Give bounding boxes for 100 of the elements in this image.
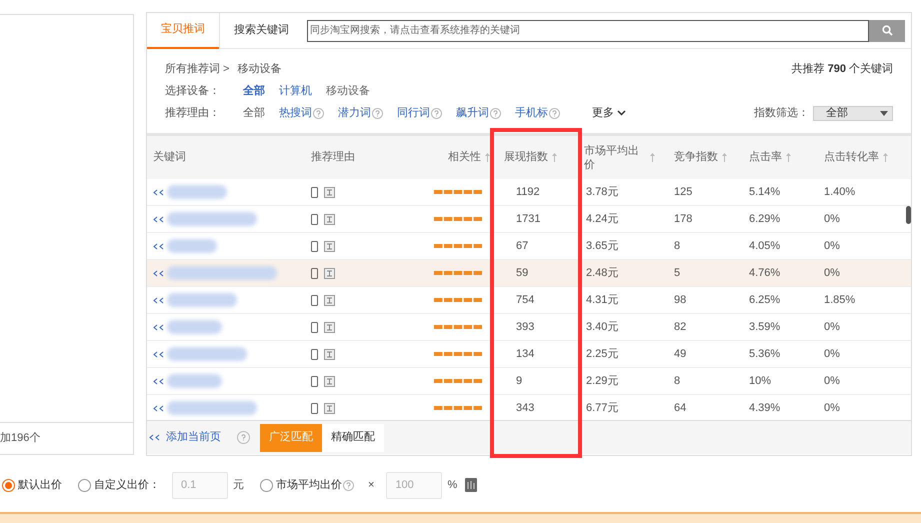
search-field[interactable]: 同步淘宝网搜索，请点击查看系统推荐的关键词	[307, 20, 869, 42]
help-icon[interactable]	[313, 108, 324, 118]
input-field[interactable]: 0.1	[172, 472, 228, 498]
column-header[interactable]: 点击率	[749, 149, 782, 166]
table-cell: 1.85%	[824, 294, 856, 306]
table-cell: 5.14%	[749, 186, 780, 198]
more-dropdown[interactable]: 更多	[592, 104, 626, 122]
column-header[interactable]: 点击转化率	[824, 149, 879, 166]
table-cell: 4.31元	[586, 294, 618, 306]
sort-arrow-icon[interactable]	[650, 153, 655, 162]
table-cell: 8	[674, 374, 680, 387]
sort-arrow-icon[interactable]	[786, 153, 791, 162]
table-cell: 134	[516, 348, 534, 360]
breadcrumb-link[interactable]: 所有推荐词 >	[165, 60, 230, 78]
index-dropdown[interactable]: 全部	[813, 106, 893, 120]
add-arrow-icon[interactable]	[153, 270, 165, 276]
total-count: 共推荐 790 个关键词	[792, 62, 893, 77]
sort-arrow-icon[interactable]	[883, 153, 888, 162]
filter-option[interactable]: 热搜词	[279, 104, 312, 122]
sort-arrow-icon[interactable]	[722, 153, 727, 162]
input-field[interactable]: 100	[386, 472, 442, 498]
column-header[interactable]: 推荐理由	[311, 149, 355, 166]
scrollbar-thumb[interactable]	[906, 206, 911, 224]
table-cell: 4.05%	[749, 240, 780, 252]
column-header[interactable]: 关键词	[153, 149, 186, 166]
filter-option[interactable]: 移动设备	[326, 82, 370, 100]
table-cell: 178	[674, 212, 692, 225]
tag-icon	[324, 322, 335, 332]
radio-button[interactable]	[78, 478, 91, 492]
selected-row[interactable]: 59 2.48元 5 4.76% 0%	[147, 260, 911, 287]
add-page-link[interactable]: 添加当前页	[149, 429, 221, 446]
sort-arrow-icon[interactable]	[552, 153, 557, 162]
tag-icon	[324, 214, 335, 224]
phone-icon	[311, 214, 318, 224]
tab[interactable]: 宝贝推词	[147, 12, 219, 48]
table-cell: 4.39%	[749, 402, 780, 414]
tag-icon	[324, 240, 335, 252]
help-icon[interactable]	[431, 108, 442, 118]
filter-label: 选择设备：	[165, 84, 221, 99]
phone-icon	[311, 268, 318, 278]
tab[interactable]: 搜索关键词	[219, 12, 303, 48]
filter-option[interactable]: 潜力词	[338, 104, 371, 122]
tag-icon	[324, 186, 335, 198]
relevance-bar	[434, 406, 482, 410]
table-cell: 0%	[824, 374, 840, 387]
filter-option[interactable]: 飙升词	[456, 104, 489, 122]
tag-icon	[324, 268, 335, 278]
help-icon[interactable]	[372, 108, 383, 118]
multiply-sign: ×	[368, 478, 374, 493]
table-cell: 5	[674, 266, 680, 279]
calculator-icon[interactable]	[465, 478, 478, 492]
add-arrow-icon[interactable]	[153, 188, 165, 196]
phone-icon	[311, 294, 318, 306]
table-cell: 3.59%	[749, 320, 780, 333]
blurred-text	[167, 293, 237, 307]
column-header[interactable]: 市场平均出价	[584, 144, 646, 172]
radio-button[interactable]	[260, 478, 273, 492]
unit-label: %	[447, 478, 458, 493]
column-header[interactable]: 竞争指数	[674, 149, 718, 166]
chevron-icon	[617, 110, 626, 116]
add-arrow-icon[interactable]	[153, 216, 165, 222]
filter-option[interactable]: 全部	[243, 82, 265, 100]
radio-label: 自定义出价：	[94, 478, 160, 493]
filter-label: 推荐理由：	[165, 106, 221, 121]
table-cell: 0%	[824, 348, 840, 360]
filter-option[interactable]: 同行词	[397, 104, 430, 122]
filter-option[interactable]: 计算机	[279, 82, 312, 100]
help-icon[interactable]	[549, 108, 560, 118]
add-arrow-icon[interactable]	[153, 324, 165, 330]
help-icon[interactable]	[237, 431, 250, 444]
table-cell: 754	[516, 294, 534, 306]
add-arrow-icon[interactable]	[153, 296, 165, 304]
table-cell: 0%	[824, 266, 840, 279]
radio-button[interactable]	[2, 478, 15, 492]
blurred-text	[167, 320, 222, 334]
help-icon[interactable]	[490, 108, 501, 118]
search-button[interactable]	[869, 20, 905, 42]
filter-option[interactable]: 手机标	[515, 104, 548, 122]
sort-arrow-icon[interactable]	[485, 153, 490, 162]
filter-option[interactable]: 全部	[243, 104, 265, 122]
table-cell: 64	[674, 402, 686, 414]
add-arrow-icon[interactable]	[153, 350, 165, 358]
table-cell: 3.40元	[586, 320, 618, 333]
add-arrow-icon[interactable]	[153, 378, 165, 384]
table-cell: 6.25%	[749, 294, 780, 306]
caret-icon	[880, 110, 888, 116]
table-cell: 6.29%	[749, 212, 780, 225]
help-icon[interactable]	[343, 480, 354, 490]
phone-icon	[311, 402, 318, 414]
count-text: 加196个	[0, 431, 40, 446]
table-cell: 0%	[824, 402, 840, 414]
table-cell: 3.65元	[586, 240, 618, 252]
column-header[interactable]: 相关性	[448, 149, 481, 166]
tag-icon	[324, 376, 335, 386]
add-arrow-icon[interactable]	[153, 242, 165, 250]
column-header[interactable]: 展现指数	[504, 149, 548, 166]
add-arrow-icon[interactable]	[153, 404, 165, 412]
relevance-bar	[434, 325, 482, 329]
table-cell: 1192	[516, 186, 540, 198]
tag-icon	[324, 348, 335, 360]
